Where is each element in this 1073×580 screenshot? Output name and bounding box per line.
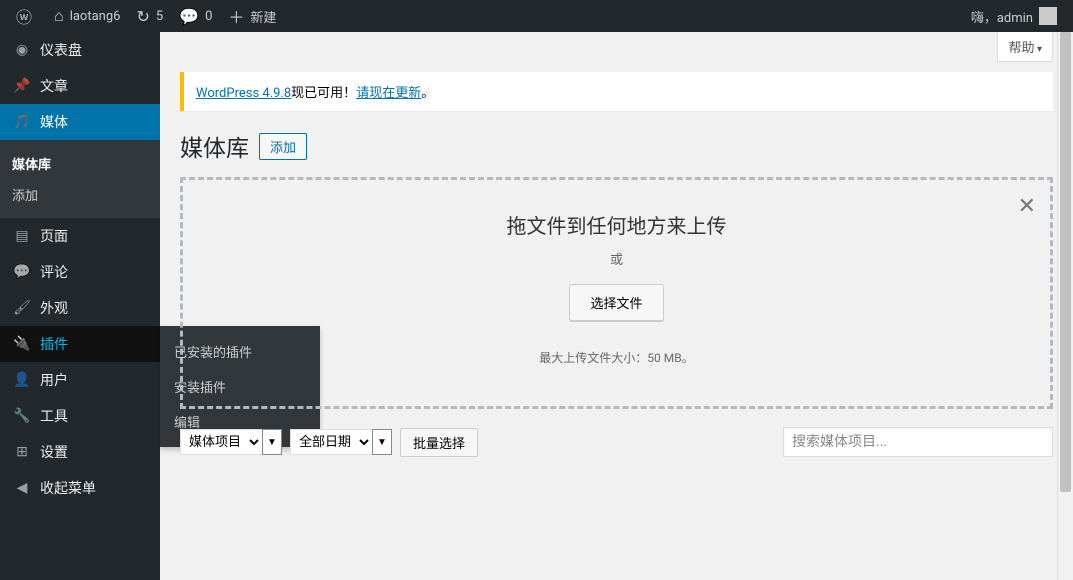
comments[interactable]: 💬0 (171, 0, 220, 32)
my-account[interactable]: 嗨，admin (963, 0, 1065, 32)
wordpress-icon: ⓦ (16, 4, 32, 28)
notice-version-link[interactable]: WordPress 4.9.8 (196, 86, 291, 101)
sidebar-item-collapse[interactable]: ◀ 收起菜单 (0, 470, 160, 506)
media-icon: 🎵 (12, 114, 32, 130)
dashboard-icon: ◉ (12, 42, 32, 58)
chevron-down-icon: ▼ (262, 429, 282, 455)
notice-text2: 。 (421, 86, 434, 101)
new-content[interactable]: ＋ 新建 (220, 0, 284, 32)
chevron-down-icon: ▼ (372, 429, 392, 455)
submenu-item-add[interactable]: 添加 (0, 179, 160, 210)
notice-update-link[interactable]: 请现在更新 (356, 86, 421, 101)
sidebar-item-tools[interactable]: 🔧 工具 (0, 398, 160, 434)
plus-icon: ＋ (228, 4, 244, 28)
sliders-icon: ⊞ (12, 444, 32, 460)
filter-date[interactable]: 全部日期 ▼ (290, 429, 392, 455)
sidebar-item-label: 媒体 (40, 112, 68, 132)
sidebar-item-label: 设置 (40, 442, 68, 462)
add-button[interactable]: 添加 (259, 133, 307, 160)
wrench-icon: 🔧 (12, 408, 32, 424)
sidebar-item-label: 文章 (40, 76, 68, 96)
bulk-select-button[interactable]: 批量选择 (400, 428, 478, 457)
page-head: 媒体库 添加 (180, 129, 1053, 163)
filter-date-select[interactable]: 全部日期 (290, 429, 373, 455)
comments-count: 0 (205, 9, 212, 24)
sidebar-item-label: 评论 (40, 262, 68, 282)
sidebar-item-posts[interactable]: 📌 文章 (0, 68, 160, 104)
close-icon[interactable]: ✕ (1018, 194, 1036, 219)
filters-bar: 媒体项目 ▼ 全部日期 ▼ 批量选择 (180, 427, 1053, 457)
refresh-icon: ↻ (136, 7, 149, 26)
greeting: 嗨，admin (971, 7, 1033, 26)
sidebar-item-label: 仪表盘 (40, 40, 82, 60)
user-icon: 👤 (12, 372, 32, 388)
scrollbar-thumb[interactable] (1060, 32, 1071, 492)
updates[interactable]: ↻5 (128, 0, 171, 32)
filter-type-select[interactable]: 媒体项目 (180, 429, 263, 455)
sidebar-item-dashboard[interactable]: ◉ 仪表盘 (0, 32, 160, 68)
sidebar-item-comments[interactable]: 💬 评论 (0, 254, 160, 290)
dropzone-or: 或 (193, 249, 1040, 268)
upload-dropzone[interactable]: ✕ 拖文件到任何地方来上传 或 选择文件 最大上传文件大小：50 MB。 (180, 177, 1053, 409)
sidebar-item-media[interactable]: 🎵 媒体 (0, 104, 160, 140)
new-label: 新建 (250, 7, 276, 26)
updates-count: 5 (156, 9, 163, 24)
avatar (1039, 7, 1057, 25)
pin-icon: 📌 (12, 78, 32, 94)
site-name[interactable]: ⌂ laotang6 (46, 0, 128, 32)
plugin-icon: 🔌 (12, 336, 32, 352)
home-icon: ⌂ (54, 6, 64, 26)
brush-icon: 🖌 (12, 300, 32, 316)
site-name-label: laotang6 (70, 9, 121, 24)
page-title: 媒体库 (180, 129, 249, 163)
sidebar-item-label: 页面 (40, 226, 68, 246)
dropzone-title: 拖文件到任何地方来上传 (193, 210, 1040, 239)
adminbar: ⓦ ⌂laotang6 ↻5 💬0 ＋新建 嗨，admin (0, 0, 1073, 32)
sidebar-item-label: 插件 (40, 334, 68, 354)
media-submenu: 媒体库 添加 (0, 140, 160, 218)
page-icon: ▤ (12, 228, 32, 244)
comment-icon: 💬 (12, 264, 32, 280)
sidebar-item-users[interactable]: 👤 用户 (0, 362, 160, 398)
sidebar-item-label: 用户 (40, 370, 68, 390)
collapse-icon: ◀ (12, 480, 32, 496)
content: 帮助 WordPress 4.9.8现已可用！请现在更新。 媒体库 添加 ✕ 拖… (160, 32, 1073, 580)
sidebar-item-appearance[interactable]: 🖌 外观 (0, 290, 160, 326)
sidebar-item-settings[interactable]: ⊞ 设置 (0, 434, 160, 470)
update-notice: WordPress 4.9.8现已可用！请现在更新。 (180, 72, 1053, 111)
select-files-button[interactable]: 选择文件 (569, 284, 663, 321)
notice-text: 现已可用！ (291, 86, 356, 101)
sidebar-item-pages[interactable]: ▤ 页面 (0, 218, 160, 254)
submenu-item-library[interactable]: 媒体库 (0, 148, 160, 179)
search-input[interactable] (783, 427, 1053, 457)
filter-type[interactable]: 媒体项目 ▼ (180, 429, 282, 455)
scrollbar[interactable] (1057, 32, 1073, 580)
comment-icon: 💬 (179, 7, 199, 26)
help-tab[interactable]: 帮助 (997, 32, 1053, 62)
sidebar-item-plugins[interactable]: 🔌插件 已安装的插件 安装插件 编辑 (0, 326, 160, 362)
wp-logo[interactable]: ⓦ (8, 0, 46, 32)
sidebar-item-label: 工具 (40, 406, 68, 426)
dropzone-hint: 最大上传文件大小：50 MB。 (193, 349, 1040, 366)
sidebar-item-label: 收起菜单 (40, 478, 96, 498)
sidebar: ◉仪表盘 📌文章 🎵媒体 媒体库 添加 ▤页面 💬评论 🖌外观 🔌插件 已安装的… (0, 32, 160, 580)
sidebar-item-label: 外观 (40, 298, 68, 318)
